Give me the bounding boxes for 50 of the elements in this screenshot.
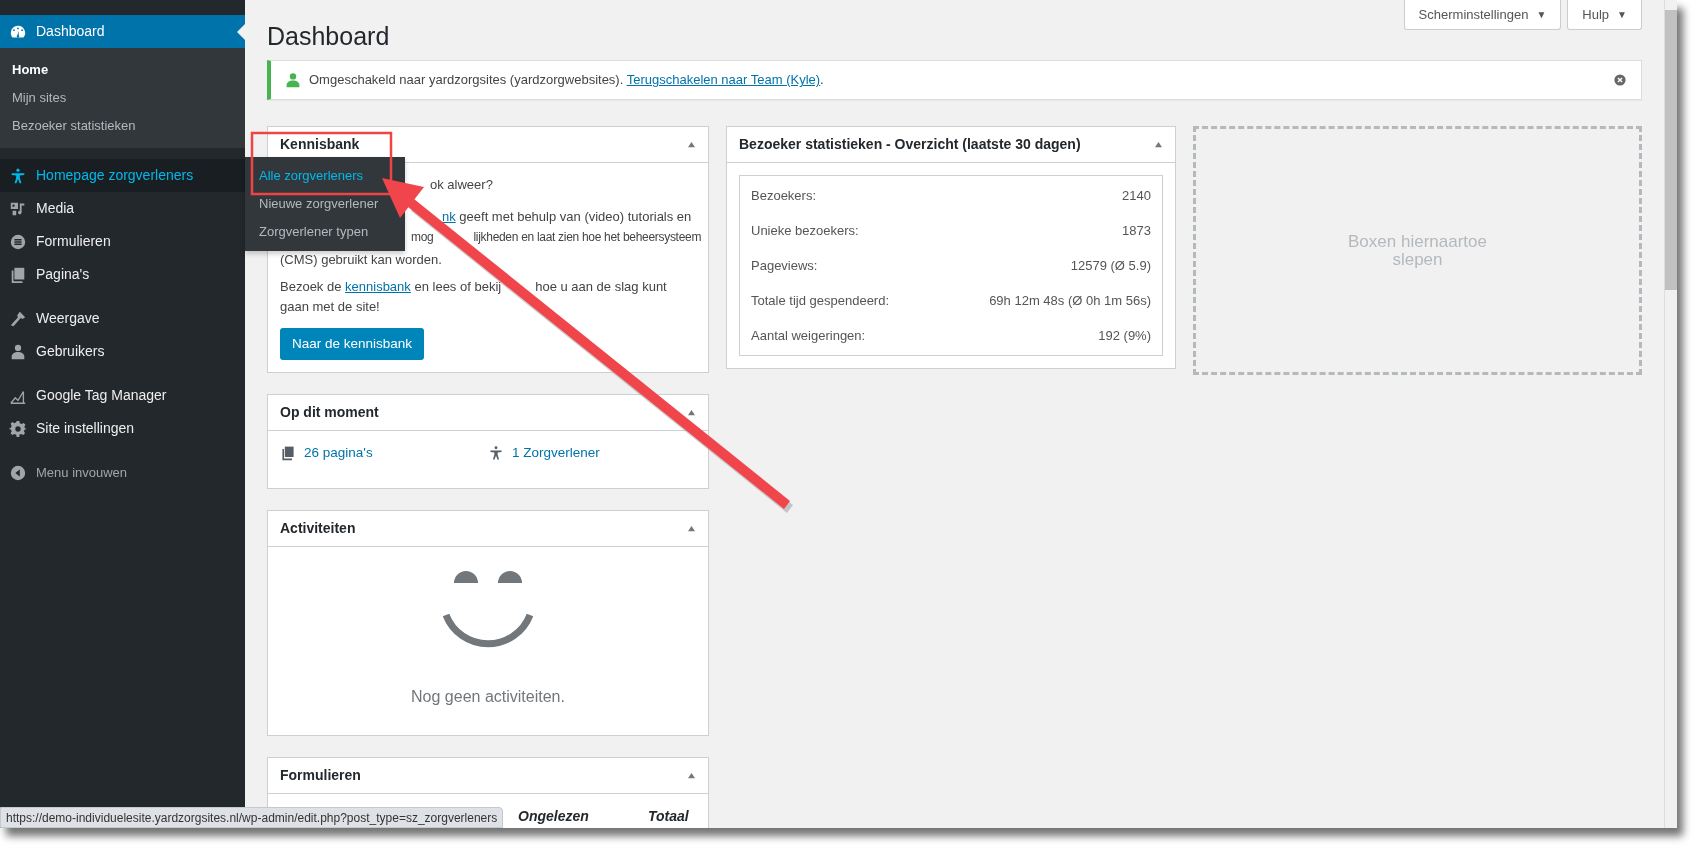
- menu-item[interactable]: Media: [0, 192, 245, 225]
- menu-item[interactable]: Site instellingen: [0, 412, 245, 445]
- menu-item[interactable]: Pagina's: [0, 258, 245, 291]
- box-title: Op dit moment: [280, 403, 379, 422]
- menu-item[interactable]: Dashboard: [0, 15, 245, 48]
- stat-label: Aantal weigeringen:: [751, 326, 866, 345]
- menu-item[interactable]: Gebruikers: [0, 335, 245, 368]
- page-title: Dashboard: [267, 21, 390, 52]
- text-line: nk geeft met behulp van (video) tutorials en: [442, 208, 692, 226]
- stat-value: 2140: [1122, 186, 1151, 205]
- kennisbank-button[interactable]: Naar de kennisbank: [280, 328, 425, 360]
- flyout-item[interactable]: Nieuwe zorgverlener: [245, 190, 383, 218]
- link[interactable]: kennisbank: [345, 279, 411, 294]
- flyout-item[interactable]: Alle zorgverleners: [245, 162, 368, 190]
- menu-item[interactable]: Formulieren: [0, 225, 245, 258]
- box-title: Bezoeker statistieken - Overzicht (laatste 30 dagen): [739, 135, 1081, 154]
- flyout-item[interactable]: Zorgverlener typen: [245, 218, 373, 246]
- stat-value: 12579 (Ø 5.9): [1070, 256, 1151, 275]
- screen-options-button[interactable]: Hulp ▼: [1567, 0, 1642, 30]
- box-title: Activiteiten: [280, 519, 356, 538]
- stat-value: 1873: [1122, 221, 1151, 240]
- submenu-item[interactable]: Home: [0, 56, 245, 84]
- body-text: Bezoek de kennisbank en lees of bekij hoe u aan de slag kunt gaan met de site!: [280, 278, 668, 316]
- menu-item[interactable]: Homepage zorgverleners: [0, 159, 245, 192]
- menu-item[interactable]: Google Tag Manager: [0, 379, 245, 412]
- submenu-item[interactable]: Bezoeker statistieken: [0, 112, 245, 140]
- text-line: mog lijkheden en laat zien hoe het beheersysteem: [411, 229, 702, 246]
- stat-value: 192 (9%): [1098, 326, 1151, 345]
- collapse-menu-button[interactable]: Menu invouwen: [0, 456, 245, 489]
- column-header: Totaal: [648, 807, 689, 826]
- screen-options-button[interactable]: Scherminstellingen ▼: [1403, 0, 1562, 30]
- submenu-item[interactable]: Mijn sites: [0, 84, 245, 112]
- box-title: Kennisbank: [280, 135, 360, 154]
- stat-value: 69h 12m 48s (Ø 0h 1m 56s): [989, 291, 1151, 310]
- empty-message: Nog geen activiteiten.: [411, 687, 565, 707]
- box-title: Formulieren: [280, 766, 361, 785]
- text-line: ok alweer?: [430, 176, 493, 194]
- column-header: Ongelezen: [518, 807, 590, 826]
- stat-label: Totale tijd gespendeerd:: [751, 291, 890, 310]
- notice-message: Omgeschakeld naar yardzorgsites (yardzorgwebsites). Terugschakelen naar Team (Kyle).: [309, 71, 824, 90]
- menu-item[interactable]: Weergave: [0, 302, 245, 335]
- stat-label: Pageviews:: [751, 256, 818, 275]
- drop-zone-text: Boxen hiernaartoe slepen: [1347, 232, 1488, 269]
- glance-link[interactable]: 1 Zorgverlener: [488, 443, 600, 463]
- stat-label: Bezoekers:: [751, 186, 817, 205]
- status-url: https://demo-individuelesite.yardzorgsites.nl/wp-admin/edit.php?post_type=sz_zorgverleners: [0, 807, 504, 828]
- link[interactable]: nk: [442, 209, 456, 224]
- glance-link[interactable]: 26 pagina's: [280, 443, 373, 463]
- text-line: (CMS) gebruikt kan worden.: [280, 251, 442, 269]
- stat-label: Unieke bezoekers:: [751, 221, 859, 240]
